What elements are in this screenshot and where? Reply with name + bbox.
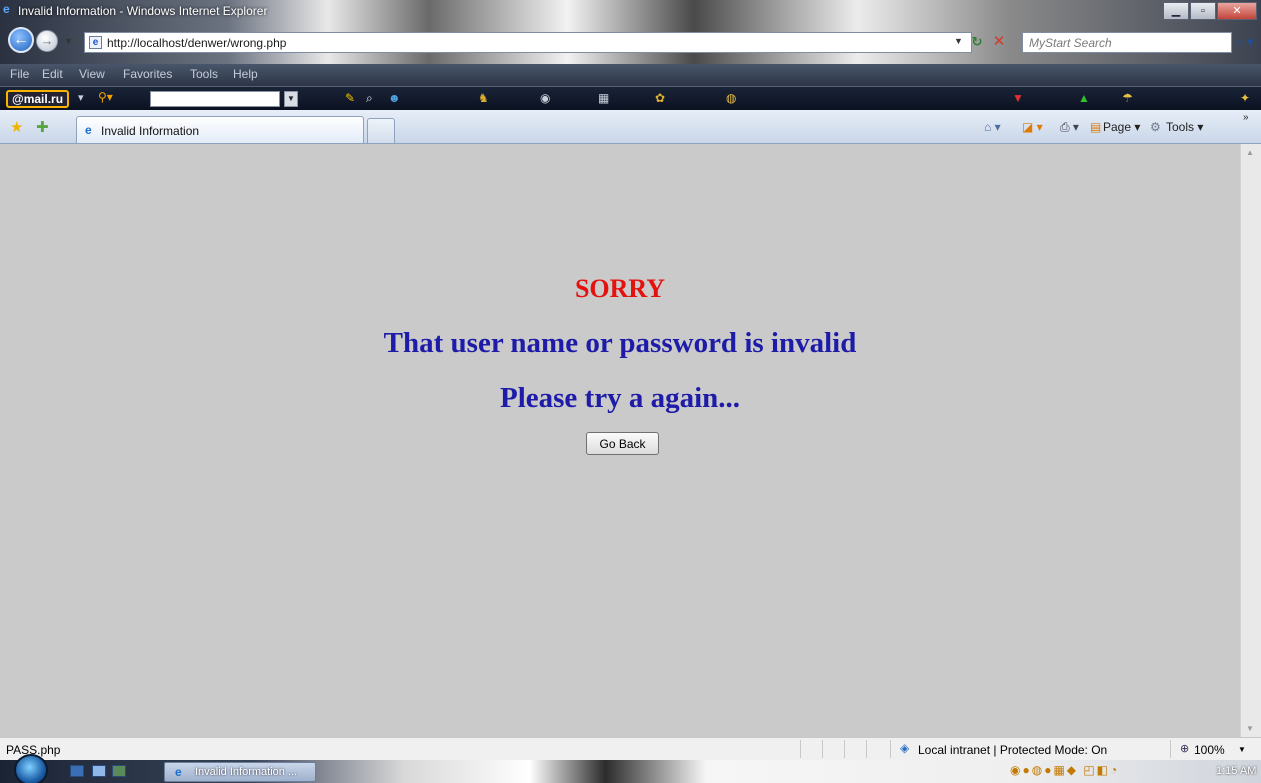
page-menu-icon: ▤ [1090, 120, 1102, 134]
address-url[interactable]: http://localhost/denwer/wrong.php [107, 36, 286, 50]
minimize-button[interactable]: ▁ [1163, 2, 1189, 20]
menu-view[interactable]: View [79, 67, 105, 81]
status-divider [1170, 740, 1171, 758]
window-controls: ▁ ▫ ✕ [1162, 2, 1257, 20]
tools-menu[interactable]: Tools ▾ [1166, 120, 1203, 134]
status-divider [890, 740, 891, 758]
gear-icon: ⚙ [1150, 120, 1161, 134]
address-bar[interactable]: e http://localhost/denwer/wrong.php [84, 32, 972, 53]
print-icon[interactable]: ⎙ ▾ [1060, 120, 1079, 135]
vertical-scrollbar[interactable]: ▲ ▼ [1240, 144, 1261, 737]
games-icon[interactable]: ♞ [478, 91, 489, 105]
people-icon[interactable]: ☻ [388, 91, 401, 105]
menu-help[interactable]: Help [233, 67, 258, 81]
add-favorites-icon[interactable]: ✚ [36, 118, 49, 136]
weather-icon[interactable]: ☂ [1122, 91, 1133, 105]
maximize-button[interactable]: ▫ [1190, 2, 1216, 20]
try-again-message: Please try a again... [499, 382, 740, 414]
favorites-star-icon[interactable]: ★ [10, 118, 23, 136]
stop-icon[interactable]: ✕ [990, 33, 1008, 51]
task-ie-icon: e [175, 765, 182, 779]
mailru-logo[interactable]: @mail.ru [6, 90, 70, 108]
menu-bar: File Edit View Favorites Tools Help [0, 64, 1261, 86]
window-title: Invalid Information - Windows Internet E… [18, 4, 268, 18]
zoom-dropdown[interactable]: ▼ [1238, 745, 1246, 754]
toolbar-options-icon[interactable]: ✦ [1240, 91, 1250, 105]
task-label: Invalid Information ... [195, 766, 298, 778]
mailru-search-input[interactable] [150, 91, 280, 107]
status-bar: PASS.php ◈ Local intranet | Protected Mo… [0, 737, 1261, 760]
zoom-icon: ⊕ [1180, 743, 1190, 755]
menu-favorites[interactable]: Favorites [123, 67, 172, 81]
status-divider [866, 740, 867, 758]
ie-logo-icon: e [3, 2, 10, 16]
agent-icon[interactable]: ✿ [655, 91, 665, 105]
forward-button[interactable]: → [36, 30, 58, 52]
search-input[interactable]: MyStart Search [1022, 32, 1232, 53]
up-arrow-icon: ▲ [1078, 91, 1090, 105]
new-tab-button[interactable] [367, 118, 395, 143]
home-icon[interactable]: ⌂ ▾ [984, 120, 1001, 134]
close-button[interactable]: ✕ [1217, 2, 1257, 20]
zoom-level[interactable]: 100% [1194, 743, 1225, 757]
tab-row: ★ ✚ e Invalid Information ⌂ ▾ ◪ ▾ ⎙ ▾ ▤ … [0, 110, 1261, 144]
photo-icon[interactable]: ◉ [540, 91, 550, 105]
page-content: SORRY That user name or password is inva… [0, 144, 1240, 737]
globe-icon[interactable]: ◍ [726, 91, 736, 105]
start-button[interactable] [14, 754, 48, 783]
menu-edit[interactable]: Edit [42, 67, 63, 81]
recent-pages-dropdown[interactable]: ▼ [64, 36, 73, 46]
intranet-zone-icon: ◈ [900, 741, 910, 755]
go-back-button[interactable]: Go Back [586, 432, 659, 455]
video-icon[interactable]: ▦ [598, 91, 609, 105]
taskbar-item-ie[interactable]: e Invalid Information ... [164, 762, 316, 782]
menu-tools[interactable]: Tools [190, 67, 218, 81]
tab-invalid-information[interactable]: e Invalid Information [76, 116, 364, 143]
show-desktop-icon[interactable] [70, 765, 84, 777]
taskbar: e Invalid Information ... ◉●◍●▦◆ ◰◧◔ 1:1… [0, 754, 1261, 783]
scroll-up-arrow-icon[interactable]: ▲ [1246, 148, 1254, 157]
scroll-down-arrow-icon[interactable]: ▼ [1246, 724, 1254, 733]
system-tray-icons[interactable]: ◉●◍●▦◆ ◰◧◔ [1010, 763, 1119, 777]
sorry-heading: SORRY [574, 274, 666, 303]
menu-file[interactable]: File [10, 67, 29, 81]
search-placeholder: MyStart Search [1029, 36, 1112, 50]
mailru-dropdown[interactable]: ▾ [78, 91, 84, 104]
clock[interactable]: 1:15 AM [1216, 765, 1256, 777]
mailru-toolbar: @mail.ru ▾ ⚲▾ ▼ ✎ ⌕ ☻ ♞ ◉ ▦ ✿ ◍ ▼ ▲ ☂ ✦ [0, 86, 1261, 110]
status-divider [844, 740, 845, 758]
page-icon: e [89, 36, 102, 49]
refresh-icon[interactable]: ↻ [968, 33, 986, 51]
pencil-icon[interactable]: ✎ [345, 91, 355, 105]
status-divider [822, 740, 823, 758]
down-arrow-icon: ▼ [1012, 91, 1024, 105]
back-button[interactable]: ← [8, 27, 34, 53]
tab-ie-icon: e [85, 123, 92, 137]
status-divider [800, 740, 801, 758]
tab-label: Invalid Information [101, 124, 200, 138]
switch-windows-icon[interactable] [92, 765, 106, 777]
mailru-search-dropdown[interactable]: ▼ [284, 91, 298, 107]
mailru-search-icon[interactable]: ⚲▾ [98, 90, 113, 104]
security-zone[interactable]: Local intranet | Protected Mode: On [918, 743, 1107, 757]
search-icon[interactable]: ⌕ ▾ [1232, 33, 1258, 51]
invalid-message: That user name or password is invalid [383, 327, 857, 359]
quicklaunch-icon[interactable] [112, 765, 126, 777]
address-dropdown[interactable]: ▼ [954, 36, 963, 46]
page-menu[interactable]: Page ▾ [1103, 120, 1140, 134]
chevron-more-icon[interactable]: » [1243, 112, 1249, 123]
title-bar: e Invalid Information - Windows Internet… [0, 0, 1261, 64]
feeds-icon[interactable]: ◪ ▾ [1022, 120, 1043, 134]
magnifier-icon[interactable]: ⌕ [366, 91, 373, 106]
